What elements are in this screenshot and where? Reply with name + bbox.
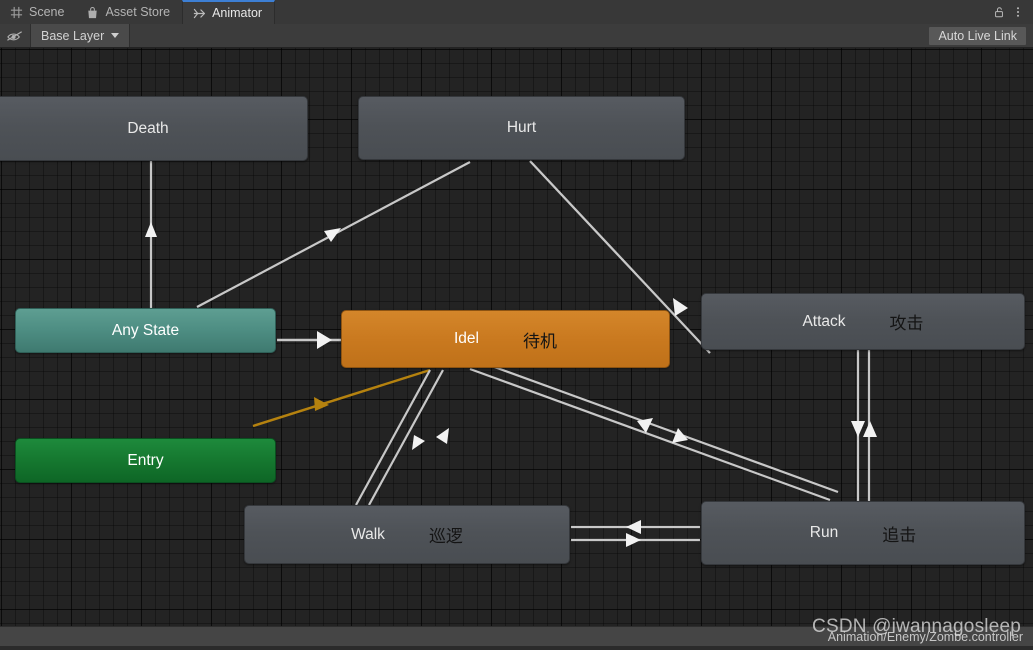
state-node-attack[interactable]: Attack 攻击 — [701, 293, 1025, 350]
animator-graph-canvas[interactable]: Death Hurt Any State Idel 待机 Attack 攻击 Entry Wal… — [0, 48, 1033, 626]
state-node-death-label: Death — [127, 119, 169, 137]
base-layer-label: Base Layer — [41, 28, 105, 43]
window-controls — [990, 0, 1033, 24]
animator-window: Scene Asset Store Animator Base Layer Au… — [0, 0, 1033, 650]
window-tabbar: Scene Asset Store Animator — [0, 0, 1033, 24]
caret-down-icon — [111, 32, 120, 39]
state-node-walk-sublabel: 巡逻 — [428, 527, 463, 546]
state-node-hurt-label: Hurt — [506, 119, 537, 136]
tab-asset-store-label: Asset Store — [105, 5, 171, 19]
state-node-attack-label: Attack — [802, 312, 846, 330]
tab-asset-store[interactable]: Asset Store — [76, 0, 182, 24]
state-node-anystate-label: Any State — [111, 321, 180, 339]
state-node-run-sublabel: 追击 — [882, 525, 917, 545]
state-node-run[interactable]: Run 追击 — [701, 501, 1025, 565]
breadcrumb[interactable]: Animation/Enemy/Zombe.controller — [828, 630, 1033, 644]
tab-scene-label: Scene — [29, 5, 65, 19]
eye-crossed-icon[interactable] — [0, 24, 30, 47]
window-bottom-edge — [0, 646, 1033, 650]
tab-scene[interactable]: Scene — [0, 0, 76, 24]
more-vertical-icon[interactable] — [1009, 2, 1026, 22]
shopping-bag-icon — [86, 6, 99, 19]
state-node-entry[interactable]: Entry — [15, 438, 276, 483]
state-node-run-label: Run — [809, 524, 839, 541]
state-node-idel-sublabel: 待机 — [523, 331, 557, 351]
state-node-walk[interactable]: Walk 巡逻 — [244, 505, 570, 564]
transition-anystate-hurt[interactable] — [196, 161, 471, 308]
state-node-idel-label: Idel — [454, 330, 479, 347]
tab-animator[interactable]: Animator — [182, 0, 276, 24]
transition-idel-run[interactable] — [469, 359, 839, 502]
grid-icon — [10, 6, 23, 19]
transition-attack-run[interactable] — [851, 350, 877, 501]
state-node-anystate[interactable]: Any State — [15, 308, 276, 353]
base-layer-dropdown[interactable]: Base Layer — [31, 24, 131, 47]
lock-open-icon[interactable] — [990, 2, 1007, 22]
transition-anystate-idel[interactable] — [277, 331, 341, 349]
state-node-walk-label: Walk — [351, 525, 385, 543]
status-breadcrumb-bar: Animation/Enemy/Zombe.controller — [0, 626, 1033, 646]
state-node-hurt[interactable]: Hurt — [358, 96, 685, 160]
state-node-death[interactable]: Death — [0, 96, 308, 161]
auto-live-link-button[interactable]: Auto Live Link — [929, 26, 1026, 45]
tab-animator-label: Animator — [212, 6, 263, 20]
transition-anystate-death[interactable] — [145, 161, 157, 310]
animator-arrow-icon — [193, 7, 206, 20]
animator-toolbar: Base Layer Auto Live Link — [0, 24, 1033, 48]
transition-walk-run[interactable] — [571, 520, 700, 547]
state-node-attack-sublabel: 攻击 — [889, 314, 924, 333]
state-node-idel[interactable]: Idel 待机 — [341, 310, 670, 368]
state-node-entry-label: Entry — [127, 451, 164, 469]
